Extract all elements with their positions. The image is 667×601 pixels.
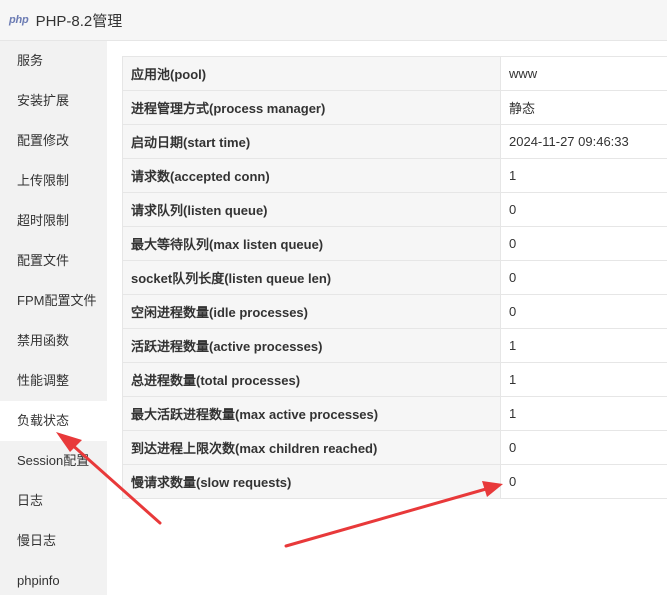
table-row: 启动日期(start time) 2024-11-27 09:46:33 bbox=[123, 125, 667, 159]
sidebar-item-load-status[interactable]: 负载状态 bbox=[0, 401, 107, 441]
status-key: 请求数(accepted conn) bbox=[123, 159, 501, 193]
status-value: 0 bbox=[501, 193, 667, 227]
status-key: socket队列长度(listen queue len) bbox=[123, 261, 501, 295]
sidebar: 服务 安装扩展 配置修改 上传限制 超时限制 配置文件 FPM配置文件 禁用函数… bbox=[0, 41, 107, 595]
status-value: 1 bbox=[501, 329, 667, 363]
sidebar-item-slow-log[interactable]: 慢日志 bbox=[0, 521, 107, 561]
table-row: 到达进程上限次数(max children reached) 0 bbox=[123, 431, 667, 465]
table-row: 最大等待队列(max listen queue) 0 bbox=[123, 227, 667, 261]
sidebar-item-config-edit[interactable]: 配置修改 bbox=[0, 121, 107, 161]
table-row: 请求数(accepted conn) 1 bbox=[123, 159, 667, 193]
status-value: 1 bbox=[501, 363, 667, 397]
status-value: 0 bbox=[501, 295, 667, 329]
sidebar-item-service[interactable]: 服务 bbox=[0, 41, 107, 81]
status-key: 最大等待队列(max listen queue) bbox=[123, 227, 501, 261]
sidebar-item-phpinfo[interactable]: phpinfo bbox=[0, 561, 107, 601]
status-key: 慢请求数量(slow requests) bbox=[123, 465, 501, 499]
status-key: 请求队列(listen queue) bbox=[123, 193, 501, 227]
table-row: 最大活跃进程数量(max active processes) 1 bbox=[123, 397, 667, 431]
status-key: 应用池(pool) bbox=[123, 57, 501, 91]
status-value: 1 bbox=[501, 397, 667, 431]
sidebar-item-log[interactable]: 日志 bbox=[0, 481, 107, 521]
sidebar-item-config-file[interactable]: 配置文件 bbox=[0, 241, 107, 281]
table-row: 请求队列(listen queue) 0 bbox=[123, 193, 667, 227]
status-value: 0 bbox=[501, 431, 667, 465]
sidebar-item-fpm-config-file[interactable]: FPM配置文件 bbox=[0, 281, 107, 321]
status-key: 空闲进程数量(idle processes) bbox=[123, 295, 501, 329]
table-row: 应用池(pool) www bbox=[123, 57, 667, 91]
status-key: 启动日期(start time) bbox=[123, 125, 501, 159]
status-key: 总进程数量(total processes) bbox=[123, 363, 501, 397]
status-value: 静态 bbox=[501, 91, 667, 125]
status-value: 0 bbox=[501, 261, 667, 295]
table-row: 总进程数量(total processes) 1 bbox=[123, 363, 667, 397]
main-content: 应用池(pool) www 进程管理方式(process manager) 静态… bbox=[107, 41, 667, 595]
table-row: 进程管理方式(process manager) 静态 bbox=[123, 91, 667, 125]
table-row: 慢请求数量(slow requests) 0 bbox=[123, 465, 667, 499]
status-key: 进程管理方式(process manager) bbox=[123, 91, 501, 125]
sidebar-item-performance-tuning[interactable]: 性能调整 bbox=[0, 361, 107, 401]
sidebar-item-upload-limit[interactable]: 上传限制 bbox=[0, 161, 107, 201]
status-value: www bbox=[501, 57, 667, 91]
sidebar-item-timeout-limit[interactable]: 超时限制 bbox=[0, 201, 107, 241]
sidebar-item-session-config[interactable]: Session配置 bbox=[0, 441, 107, 481]
status-value: 2024-11-27 09:46:33 bbox=[501, 125, 667, 159]
window-title: PHP-8.2管理 bbox=[36, 10, 123, 31]
status-key: 最大活跃进程数量(max active processes) bbox=[123, 397, 501, 431]
status-value: 0 bbox=[501, 227, 667, 261]
table-row: socket队列长度(listen queue len) 0 bbox=[123, 261, 667, 295]
sidebar-item-install-extensions[interactable]: 安装扩展 bbox=[0, 81, 107, 121]
sidebar-item-disabled-functions[interactable]: 禁用函数 bbox=[0, 321, 107, 361]
status-key: 到达进程上限次数(max children reached) bbox=[123, 431, 501, 465]
status-value: 1 bbox=[501, 159, 667, 193]
status-value: 0 bbox=[501, 465, 667, 499]
table-row: 空闲进程数量(idle processes) 0 bbox=[123, 295, 667, 329]
status-key: 活跃进程数量(active processes) bbox=[123, 329, 501, 363]
php-logo: php bbox=[9, 14, 29, 26]
status-table: 应用池(pool) www 进程管理方式(process manager) 静态… bbox=[122, 56, 667, 499]
title-bar: php PHP-8.2管理 bbox=[0, 0, 667, 41]
table-row: 活跃进程数量(active processes) 1 bbox=[123, 329, 667, 363]
